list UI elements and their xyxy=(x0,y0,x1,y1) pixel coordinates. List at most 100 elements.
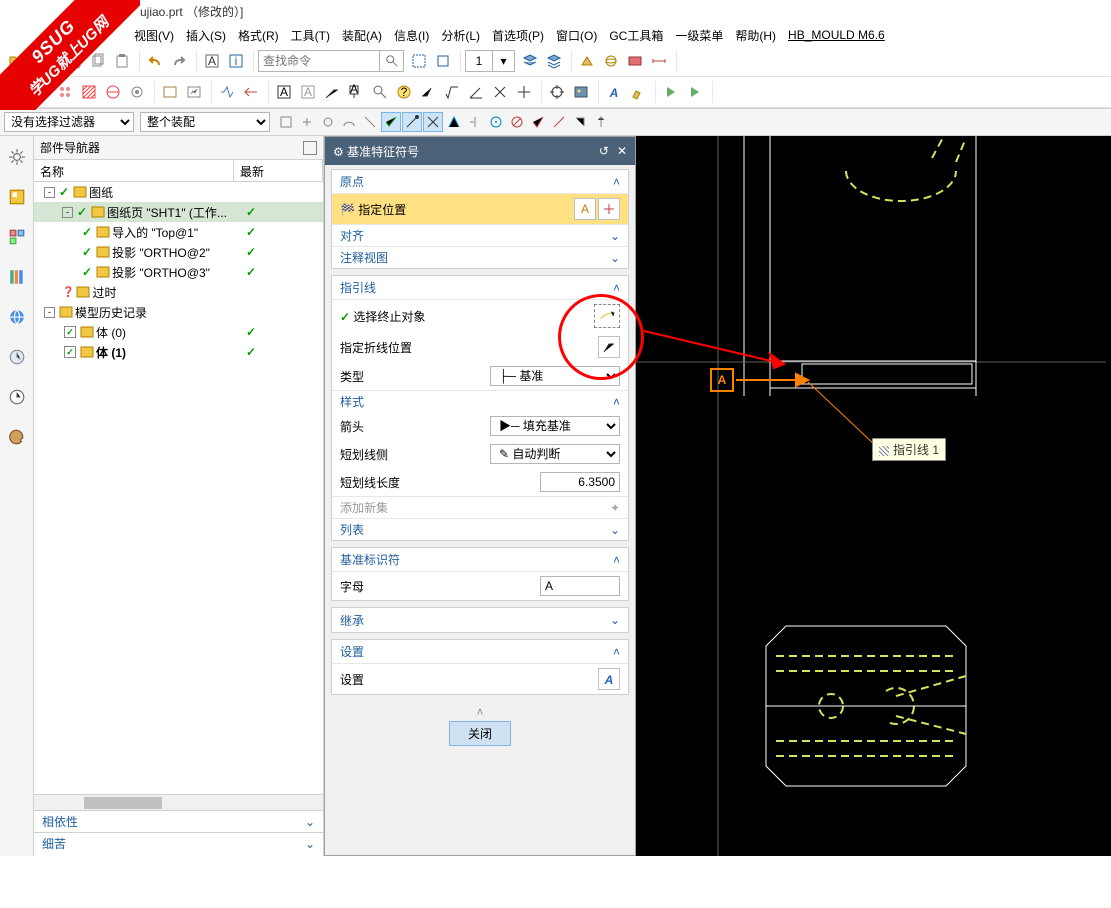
drawing-canvas[interactable]: A 指引线 1 xyxy=(636,136,1111,856)
filter-mode-15-icon[interactable] xyxy=(570,112,590,132)
leader-icon[interactable] xyxy=(321,81,343,103)
filter-mode-5-icon[interactable] xyxy=(360,112,380,132)
nav-h-scrollbar[interactable] xyxy=(34,794,323,810)
nav-icon[interactable] xyxy=(6,186,28,208)
filter-mode-7-icon[interactable] xyxy=(402,112,422,132)
dialog-titlebar[interactable]: ⚙ 基准特征符号 ↺ ✕ xyxy=(325,137,635,165)
globe-icon[interactable] xyxy=(6,306,28,328)
reset-icon[interactable]: ↺ xyxy=(599,144,609,158)
filter-mode-9-icon[interactable] xyxy=(444,112,464,132)
tree-row[interactable]: -✓图纸 xyxy=(34,182,323,202)
group-origin[interactable]: 原点˄ xyxy=(332,170,628,194)
row-settings[interactable]: 设置 A xyxy=(332,664,628,694)
datum-icon[interactable]: A xyxy=(345,81,367,103)
dropdown-icon[interactable]: ▾ xyxy=(492,51,514,71)
stub-length-input[interactable] xyxy=(540,472,620,492)
search-input[interactable] xyxy=(259,51,379,71)
filter-scope-select[interactable]: 整个装配 xyxy=(140,112,270,132)
search2-icon[interactable] xyxy=(369,81,391,103)
style-a-icon[interactable]: A xyxy=(603,81,625,103)
image-icon[interactable] xyxy=(570,81,592,103)
menu-tools[interactable]: 工具(T) xyxy=(287,25,334,46)
dialog-collapse-icon[interactable]: ˄ xyxy=(331,699,629,721)
tree-toggle[interactable]: - xyxy=(62,207,73,218)
filter-mode-14-icon[interactable] xyxy=(549,112,569,132)
weld-icon[interactable] xyxy=(417,81,439,103)
filter-mode-16-icon[interactable] xyxy=(591,112,611,132)
target-icon[interactable] xyxy=(546,81,568,103)
menu-help[interactable]: 帮助(H) xyxy=(731,25,780,46)
shade-icon[interactable] xyxy=(576,50,598,72)
menu-insert[interactable]: 插入(S) xyxy=(182,25,230,46)
arrowhead-select[interactable]: ▶─ 填充基准 xyxy=(490,416,620,436)
menu-gctoolkit[interactable]: GC工具箱 xyxy=(605,25,667,46)
assembly-nav-icon[interactable] xyxy=(6,226,28,248)
tree-row[interactable]: ✓投影 "ORTHO@2"✓ xyxy=(34,242,323,262)
text-a-icon[interactable]: A xyxy=(201,50,223,72)
settings-style-icon[interactable]: A xyxy=(598,668,620,690)
fit-icon[interactable] xyxy=(408,50,430,72)
datum-letter-input[interactable] xyxy=(540,576,620,596)
tree-row[interactable]: ✓导入的 "Top@1"✓ xyxy=(34,222,323,242)
nav-tree[interactable]: -✓图纸-✓图纸页 "SHT1" (工作...✓✓导入的 "Top@1"✓✓投影… xyxy=(34,182,323,794)
close-icon[interactable]: ✕ xyxy=(617,144,627,158)
filter-mode-6-icon[interactable] xyxy=(381,112,401,132)
sub-style[interactable]: 样式˄ xyxy=(332,390,628,412)
filter-mode-10-icon[interactable] xyxy=(465,112,485,132)
x-icon[interactable] xyxy=(489,81,511,103)
menu-analysis[interactable]: 分析(L) xyxy=(437,25,484,46)
tree-row[interactable]: -✓图纸页 "SHT1" (工作...✓ xyxy=(34,202,323,222)
layer-icon[interactable] xyxy=(519,50,541,72)
tree-toggle[interactable]: - xyxy=(44,307,55,318)
filter-mode-8-icon[interactable] xyxy=(423,112,443,132)
menu-preferences[interactable]: 首选项(P) xyxy=(488,25,548,46)
nav-section-dependency[interactable]: 相依性⌄ xyxy=(34,810,323,832)
row-list[interactable]: 列表⌄ xyxy=(332,518,628,540)
row-add-new-set[interactable]: 添加新集✦ xyxy=(332,496,628,518)
menu-info[interactable]: 信息(I) xyxy=(390,25,433,46)
tree-row[interactable]: ✓体 (1)✓ xyxy=(34,342,323,362)
sqrt-icon[interactable] xyxy=(441,81,463,103)
zoom-icon[interactable] xyxy=(432,50,454,72)
stub-side-select[interactable]: ✎ 自动判断 xyxy=(490,444,620,464)
filter-mode-2-icon[interactable] xyxy=(297,112,317,132)
redo-icon[interactable] xyxy=(168,50,190,72)
play2-icon[interactable] xyxy=(684,81,706,103)
tree-row[interactable]: ✓投影 "ORTHO@3"✓ xyxy=(34,262,323,282)
tree-toggle[interactable]: - xyxy=(44,187,55,198)
clock-icon[interactable] xyxy=(6,386,28,408)
close-button[interactable]: 关闭 xyxy=(449,721,511,746)
menu-window[interactable]: 窗口(O) xyxy=(552,25,601,46)
group-settings[interactable]: 设置˄ xyxy=(332,640,628,664)
layer2-icon[interactable] xyxy=(543,50,565,72)
center-icon[interactable] xyxy=(513,81,535,103)
menu-firstmenu[interactable]: 一级菜单 xyxy=(671,25,727,46)
row-specify-position[interactable]: 🏁 指定位置 A xyxy=(332,194,628,224)
origin-point-icon[interactable] xyxy=(598,198,620,220)
number-combo[interactable] xyxy=(466,51,492,71)
pin-icon[interactable] xyxy=(303,141,317,155)
datum-symbol[interactable]: A xyxy=(710,368,734,392)
col-name[interactable]: 名称 xyxy=(34,160,234,181)
origin-mode-icon[interactable]: A xyxy=(574,198,596,220)
filter-mode-3-icon[interactable] xyxy=(318,112,338,132)
filter-type-select[interactable]: 没有选择过滤器 xyxy=(4,112,134,132)
checkbox-icon[interactable]: ✓ xyxy=(64,346,76,358)
menu-assembly[interactable]: 装配(A) xyxy=(338,25,386,46)
dim-icon[interactable] xyxy=(648,50,670,72)
palette-icon[interactable] xyxy=(6,426,28,448)
help-icon[interactable]: ? xyxy=(393,81,415,103)
info-icon[interactable]: i xyxy=(225,50,247,72)
undo-icon[interactable] xyxy=(144,50,166,72)
tree-row[interactable]: ❓过时 xyxy=(34,282,323,302)
play1-icon[interactable] xyxy=(660,81,682,103)
group-inherit[interactable]: 继承⌄ xyxy=(332,608,628,632)
note-a2-icon[interactable]: A xyxy=(297,81,319,103)
symbol2-icon[interactable] xyxy=(240,81,262,103)
filter-mode-12-icon[interactable] xyxy=(507,112,527,132)
col-latest[interactable]: 最新 xyxy=(234,160,323,181)
search-icon[interactable] xyxy=(379,51,403,71)
angle-icon[interactable] xyxy=(465,81,487,103)
gear-icon[interactable] xyxy=(6,146,28,168)
wire-icon[interactable] xyxy=(600,50,622,72)
